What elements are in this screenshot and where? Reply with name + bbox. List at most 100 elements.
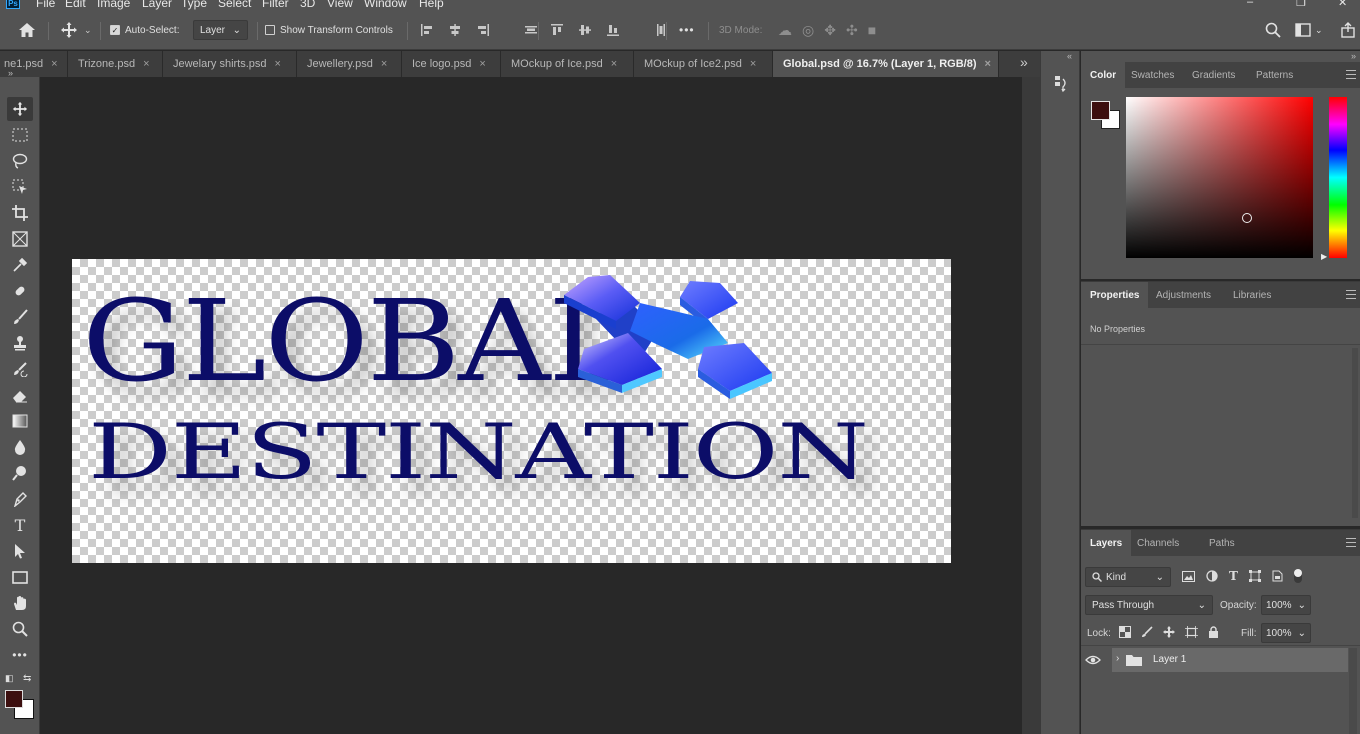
- close-icon[interactable]: ×: [985, 58, 991, 70]
- gradient-tool[interactable]: [7, 409, 33, 433]
- panel-menu-icon[interactable]: [1346, 70, 1356, 79]
- menu-select[interactable]: Select: [218, 0, 251, 10]
- crop-tool[interactable]: [7, 201, 33, 225]
- expand-group-chevron-icon[interactable]: ›: [1116, 653, 1119, 664]
- color-field[interactable]: [1126, 97, 1313, 258]
- filter-pixel-layers-icon[interactable]: [1182, 570, 1195, 582]
- layer-row-layer-1[interactable]: › Layer 1: [1112, 648, 1348, 672]
- collapse-toolbar-icon[interactable]: »: [8, 68, 13, 78]
- collapse-panels-icon[interactable]: »: [1351, 51, 1356, 61]
- tab-overflow-button[interactable]: »: [1020, 54, 1028, 70]
- roll-3d-icon[interactable]: ◎: [802, 22, 814, 39]
- object-selection-tool[interactable]: [7, 175, 33, 199]
- tab-libraries[interactable]: Libraries: [1224, 282, 1280, 308]
- align-horizontal-center-icon[interactable]: [448, 23, 462, 37]
- layer-filter-kind-dropdown[interactable]: Kind ⌄: [1085, 567, 1171, 587]
- frame-tool[interactable]: [7, 227, 33, 251]
- workspace-switcher[interactable]: ⌄: [1295, 23, 1323, 37]
- opacity-field[interactable]: 100% ⌄: [1261, 595, 1311, 615]
- distribute-vertical-icon[interactable]: [524, 23, 538, 37]
- document-canvas[interactable]: GLOBAL DESTINATION: [72, 259, 951, 563]
- menu-window[interactable]: Window: [364, 0, 407, 10]
- lock-transparent-pixels-icon[interactable]: [1119, 626, 1131, 638]
- swap-colors-icon[interactable]: ⇆: [23, 673, 31, 684]
- default-colors-icon[interactable]: ◧: [5, 673, 14, 684]
- align-bottom-icon[interactable]: [606, 23, 620, 37]
- expand-panels-icon[interactable]: «: [1067, 51, 1072, 61]
- menu-layer[interactable]: Layer: [142, 0, 172, 10]
- align-vertical-center-icon[interactable]: [578, 23, 592, 37]
- healing-brush-tool[interactable]: [7, 279, 33, 303]
- filter-smart-object-icon[interactable]: [1272, 570, 1283, 582]
- close-window-icon[interactable]: ✕: [1338, 0, 1347, 9]
- hue-slider[interactable]: [1329, 97, 1347, 258]
- slide-3d-icon[interactable]: ✣: [846, 22, 858, 39]
- close-icon[interactable]: ×: [381, 58, 387, 70]
- menu-file[interactable]: File: [36, 0, 55, 10]
- filter-type-layers-icon[interactable]: T: [1229, 569, 1238, 583]
- canvas-area[interactable]: GLOBAL DESTINATION: [41, 77, 1022, 734]
- tab-doc-4[interactable]: Ice logo.psd ×: [402, 51, 501, 77]
- minimize-icon[interactable]: –: [1247, 0, 1253, 8]
- menu-view[interactable]: View: [327, 0, 353, 10]
- type-tool[interactable]: T: [7, 513, 33, 537]
- path-selection-tool[interactable]: [7, 539, 33, 563]
- color-picker-cursor[interactable]: [1242, 213, 1252, 223]
- hand-tool[interactable]: [7, 591, 33, 615]
- filter-shape-layers-icon[interactable]: [1248, 570, 1261, 582]
- menu-help[interactable]: Help: [419, 0, 444, 10]
- more-options-button[interactable]: •••: [679, 10, 695, 50]
- history-panel-icon[interactable]: [1054, 75, 1068, 93]
- eyedropper-tool[interactable]: [7, 253, 33, 277]
- brush-tool[interactable]: [7, 305, 33, 329]
- blend-mode-dropdown[interactable]: Pass Through ⌄: [1085, 595, 1213, 615]
- close-icon[interactable]: ×: [750, 58, 756, 70]
- tab-doc-3[interactable]: Jewellery.psd ×: [297, 51, 402, 77]
- clone-stamp-tool[interactable]: [7, 331, 33, 355]
- rectangle-tool[interactable]: [7, 565, 33, 589]
- lock-all-icon[interactable]: [1208, 626, 1219, 638]
- filter-adjustment-layers-icon[interactable]: [1206, 570, 1218, 582]
- tab-channels[interactable]: Channels: [1128, 530, 1188, 556]
- menu-type[interactable]: Type: [181, 0, 207, 10]
- history-brush-tool[interactable]: [7, 357, 33, 381]
- pen-tool[interactable]: [7, 487, 33, 511]
- restore-icon[interactable]: ❐: [1296, 0, 1306, 9]
- close-icon[interactable]: ×: [479, 58, 485, 70]
- layers-scrollbar[interactable]: [1349, 648, 1357, 734]
- close-icon[interactable]: ×: [611, 58, 617, 70]
- dodge-tool[interactable]: [7, 461, 33, 485]
- tab-doc-active[interactable]: Global.psd @ 16.7% (Layer 1, RGB/8) ×: [773, 51, 999, 77]
- pan-3d-icon[interactable]: ✥: [824, 22, 836, 39]
- auto-select-dropdown[interactable]: Layer ⌄: [193, 20, 248, 40]
- zoom-tool[interactable]: [7, 617, 33, 641]
- blur-tool[interactable]: [7, 435, 33, 459]
- tab-adjustments[interactable]: Adjustments: [1147, 282, 1220, 308]
- tab-color[interactable]: Color: [1081, 62, 1126, 88]
- close-icon[interactable]: ×: [143, 58, 149, 70]
- eraser-tool[interactable]: [7, 383, 33, 407]
- show-transform-controls-checkbox[interactable]: Show Transform Controls: [265, 10, 393, 50]
- menu-image[interactable]: Image: [97, 0, 130, 10]
- scale-3d-icon[interactable]: ■: [868, 22, 876, 38]
- foreground-color-swatch[interactable]: [5, 690, 23, 708]
- tab-patterns[interactable]: Patterns: [1247, 62, 1302, 88]
- hue-slider-handle-icon[interactable]: ▶: [1321, 252, 1327, 261]
- panel-menu-icon[interactable]: [1346, 290, 1356, 299]
- search-icon[interactable]: [1265, 22, 1281, 38]
- tab-doc-6[interactable]: MOckup of Ice2.psd ×: [634, 51, 773, 77]
- tab-paths[interactable]: Paths: [1200, 530, 1244, 556]
- move-tool[interactable]: [7, 97, 33, 121]
- panel-menu-icon[interactable]: [1346, 538, 1356, 547]
- lasso-tool[interactable]: [7, 149, 33, 173]
- lock-image-pixels-icon[interactable]: [1141, 626, 1153, 638]
- tab-doc-1[interactable]: Trizone.psd ×: [68, 51, 163, 77]
- move-tool-preset-button[interactable]: ⌄: [60, 10, 92, 50]
- lock-position-icon[interactable]: [1163, 626, 1175, 638]
- filter-toggle-icon[interactable]: [1293, 569, 1302, 583]
- menu-filter[interactable]: Filter: [262, 0, 289, 10]
- close-icon[interactable]: ×: [51, 58, 57, 70]
- visibility-eye-icon[interactable]: [1085, 654, 1101, 669]
- orbit-3d-icon[interactable]: ☁: [778, 22, 792, 39]
- tab-properties[interactable]: Properties: [1081, 282, 1149, 308]
